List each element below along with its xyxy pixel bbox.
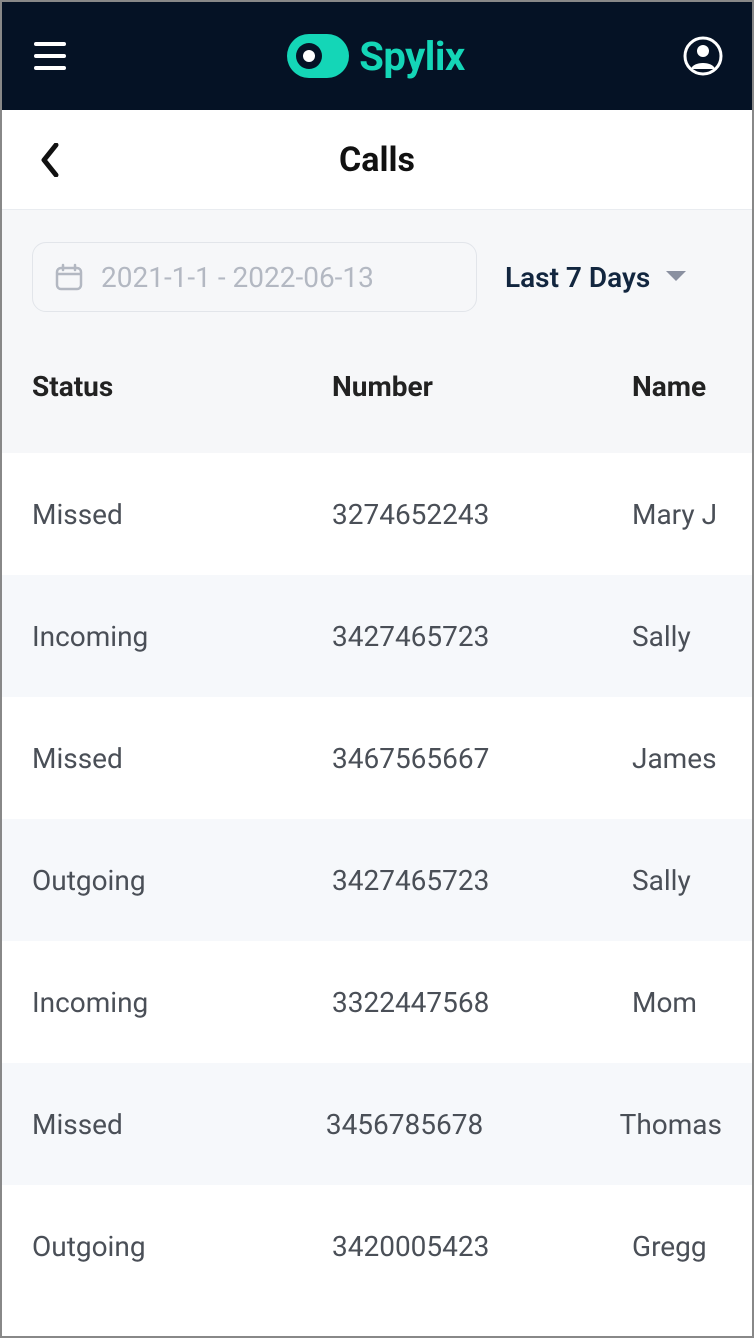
- cell-name: Mom: [632, 986, 722, 1019]
- column-header-name: Name: [632, 370, 722, 403]
- time-range-select[interactable]: Last 7 Days: [505, 261, 688, 294]
- page-title: Calls: [2, 140, 752, 180]
- date-range-input[interactable]: 2021-1-1 - 2022-06-13: [32, 242, 477, 312]
- column-header-number: Number: [332, 370, 632, 403]
- cell-name: Mary J: [632, 498, 722, 531]
- brand-name: Spylix: [359, 33, 465, 80]
- cell-number: 3420005423: [332, 1230, 632, 1263]
- cell-status: Incoming: [32, 986, 332, 1019]
- cell-status: Incoming: [32, 620, 332, 653]
- cell-name: Gregg: [632, 1230, 722, 1263]
- cell-number: 3322447568: [332, 986, 632, 1019]
- cell-status: Missed: [32, 498, 332, 531]
- cell-name: Sally: [632, 620, 722, 653]
- cell-number: 3427465723: [332, 620, 632, 653]
- table-body: Missed3274652243Mary JIncoming3427465723…: [2, 453, 752, 1307]
- brand-mark-icon: [287, 34, 349, 78]
- table-row[interactable]: Incoming3427465723Sally: [2, 575, 752, 697]
- profile-button[interactable]: [682, 35, 724, 77]
- table-row[interactable]: Outgoing3427465723Sally: [2, 819, 752, 941]
- date-range-text: 2021-1-1 - 2022-06-13: [101, 261, 374, 294]
- table-row[interactable]: Missed3456785678Thomas: [2, 1063, 752, 1185]
- table-row[interactable]: Missed3274652243Mary J: [2, 453, 752, 575]
- cell-number: 3456785678: [326, 1108, 620, 1141]
- table-row[interactable]: Incoming3322447568Mom: [2, 941, 752, 1063]
- filter-bar: 2021-1-1 - 2022-06-13 Last 7 Days: [2, 210, 752, 342]
- table-header: Status Number Name: [2, 342, 752, 453]
- cell-name: James: [632, 742, 722, 775]
- cell-status: Outgoing: [32, 864, 332, 897]
- cell-name: Thomas: [620, 1108, 722, 1141]
- cell-number: 3274652243: [332, 498, 632, 531]
- table-row[interactable]: Outgoing3420005423Gregg: [2, 1185, 752, 1307]
- app-header: Spylix: [2, 2, 752, 110]
- time-range-label: Last 7 Days: [505, 261, 650, 294]
- brand-logo: Spylix: [287, 33, 465, 80]
- title-bar: Calls: [2, 110, 752, 210]
- column-header-status: Status: [32, 370, 332, 403]
- cell-name: Sally: [632, 864, 722, 897]
- profile-icon: [683, 36, 723, 76]
- cell-status: Missed: [32, 1108, 326, 1141]
- cell-number: 3467565667: [332, 742, 632, 775]
- calendar-icon: [55, 263, 83, 291]
- hamburger-icon: [34, 42, 66, 70]
- hamburger-menu-button[interactable]: [30, 36, 70, 76]
- chevron-left-icon: [40, 143, 60, 177]
- chevron-down-icon: [664, 269, 688, 285]
- table-row[interactable]: Missed3467565667James: [2, 697, 752, 819]
- cell-number: 3427465723: [332, 864, 632, 897]
- back-button[interactable]: [30, 140, 70, 180]
- cell-status: Missed: [32, 742, 332, 775]
- cell-status: Outgoing: [32, 1230, 332, 1263]
